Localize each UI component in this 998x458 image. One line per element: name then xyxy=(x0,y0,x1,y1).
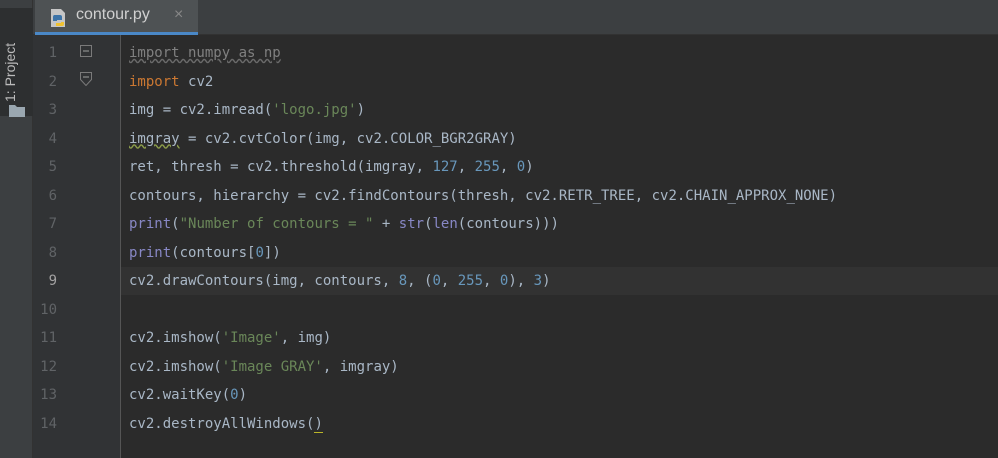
line-number: 3 xyxy=(48,102,57,118)
code-token: len xyxy=(432,216,458,232)
line-number: 12 xyxy=(40,358,57,375)
line-number: 2 xyxy=(48,73,57,90)
code-token: ) xyxy=(356,102,366,118)
code-token: cv2.drawContours(img, contours, xyxy=(129,273,399,289)
code-token: 'logo.jpg' xyxy=(272,102,357,118)
code-token: 255 xyxy=(457,273,484,289)
code-token: ( xyxy=(424,216,433,232)
code-token: , xyxy=(499,159,517,175)
code-token: 8 xyxy=(398,273,408,289)
code-token: cv2 xyxy=(188,73,214,90)
code-token: import xyxy=(129,73,189,90)
code-line: cv2.destroyAllWindows() xyxy=(129,410,323,438)
code-token: import numpy as np xyxy=(129,45,281,61)
code-line: cv2.waitKey(0) xyxy=(129,381,247,409)
python-file-icon xyxy=(51,9,65,27)
line-number: 14 xyxy=(40,415,57,432)
fold-end-icon[interactable] xyxy=(80,72,92,86)
folder-icon xyxy=(9,105,25,117)
code-token: , xyxy=(457,159,475,175)
code-token: = cv2.cvtColor(img, cv2.COLOR_BGR2GRAY) xyxy=(179,130,517,147)
code-token: , ( xyxy=(407,273,433,289)
project-tool-label: 1: Project xyxy=(2,42,18,102)
code-token: 'Image GRAY' xyxy=(221,358,323,375)
code-token: ) xyxy=(314,415,323,433)
code-line: print("Number of contours = " + str(len(… xyxy=(129,210,559,238)
project-tool-button[interactable]: 1: Project xyxy=(0,8,33,117)
code-token: (contours))) xyxy=(457,216,559,232)
code-token: (contours[ xyxy=(171,244,256,261)
code-line: imgray = cv2.cvtColor(img, cv2.COLOR_BGR… xyxy=(129,125,517,153)
code-token: imgray xyxy=(129,130,180,147)
code-token: print xyxy=(129,216,172,232)
code-token: ) xyxy=(542,273,551,289)
code-token: cv2.imshow( xyxy=(129,358,222,375)
code-line: import numpy as np xyxy=(129,39,281,67)
line-number: 4 xyxy=(48,130,57,147)
line-number: 6 xyxy=(48,187,57,204)
code-token: ]) xyxy=(263,244,281,261)
code-token: 0 xyxy=(255,244,264,261)
code-line: import cv2 xyxy=(129,68,213,96)
line-number: 7 xyxy=(48,216,57,232)
tab-close-icon[interactable]: × xyxy=(174,6,183,24)
line-number: 8 xyxy=(48,244,57,261)
code-token: ( xyxy=(171,216,180,232)
code-token: contours, hierarchy = cv2.findContours(t… xyxy=(129,187,838,204)
code-token: ), xyxy=(508,273,534,289)
tool-window-strip: 1: Project xyxy=(0,0,33,458)
code-line: img = cv2.imread('logo.jpg') xyxy=(129,96,365,124)
code-token: 'Image' xyxy=(221,330,281,346)
line-number: 9 xyxy=(48,273,57,289)
code-line: print(contours[0]) xyxy=(129,239,281,267)
code-token: + xyxy=(373,216,399,232)
code-token: 127 xyxy=(432,159,458,175)
code-line: ret, thresh = cv2.threshold(imgray, 127,… xyxy=(129,153,534,181)
code-line: cv2.imshow('Image', img) xyxy=(129,324,331,352)
line-number: 11 xyxy=(40,330,57,346)
line-number: 13 xyxy=(40,387,57,403)
code-token: 0 xyxy=(432,273,441,289)
code-token: 3 xyxy=(533,273,543,289)
tab-title: contour.py xyxy=(76,6,150,23)
code-line: cv2.drawContours(img, contours, 8, (0, 2… xyxy=(129,267,551,295)
line-number: 5 xyxy=(48,159,57,175)
code-token: , img) xyxy=(280,330,332,346)
code-token: , xyxy=(483,273,500,289)
code-token: ) xyxy=(525,159,534,175)
code-token: ) xyxy=(238,387,248,403)
code-editor[interactable]: import numpy as np import cv2 img = cv2.im… xyxy=(121,35,998,458)
code-token: print xyxy=(129,244,172,261)
line-number: 10 xyxy=(40,301,57,318)
code-token: , xyxy=(440,273,458,289)
code-token: "Number of contours = " xyxy=(179,216,374,232)
fold-marker-icon[interactable] xyxy=(80,45,92,57)
code-token: 255 xyxy=(474,159,500,175)
code-token: 0 xyxy=(230,387,239,403)
code-token: str xyxy=(398,216,425,232)
code-token: cv2.imshow( xyxy=(129,330,222,346)
line-number: 1 xyxy=(48,45,57,61)
code-token: , imgray) xyxy=(322,358,399,375)
editor-tab-bar: contour.py × xyxy=(33,0,998,35)
code-token: cv2.waitKey( xyxy=(129,387,231,403)
code-token: cv2.destroyAllWindows( xyxy=(129,415,315,432)
tab-contour-py[interactable]: contour.py × xyxy=(35,0,198,35)
code-token: 0 xyxy=(516,159,526,175)
code-line: contours, hierarchy = cv2.findContours(t… xyxy=(129,182,837,210)
code-token: img = cv2.imread( xyxy=(129,102,273,118)
code-token: ret, thresh = cv2.threshold(imgray, xyxy=(129,159,433,175)
code-line: cv2.imshow('Image GRAY', imgray) xyxy=(129,353,399,381)
